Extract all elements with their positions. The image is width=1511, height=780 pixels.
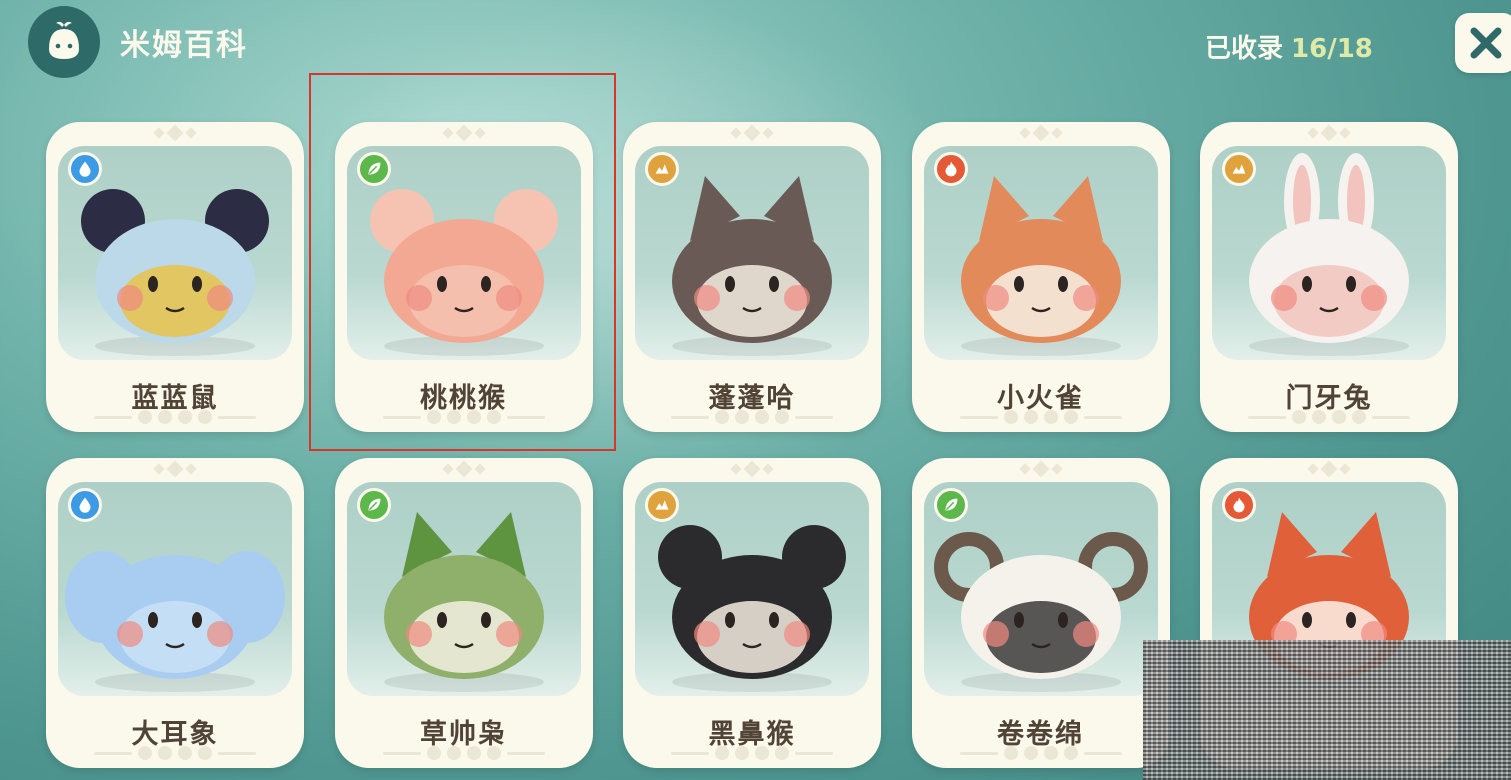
card-decoration-top	[441, 460, 486, 478]
card-decoration-bottom	[355, 410, 573, 424]
collection-progress: 已收录 16/18	[1205, 28, 1373, 65]
card-decoration-top	[730, 460, 774, 478]
creature-name: 蓬蓬哈	[708, 383, 796, 414]
creature-card[interactable]: 大耳象	[46, 458, 304, 768]
creature-card[interactable]: 蓬蓬哈	[623, 122, 881, 432]
close-button[interactable]	[1455, 13, 1511, 73]
creature-card[interactable]: 草帅枭	[334, 458, 593, 768]
leaf-icon	[356, 152, 391, 186]
creature-name: 桃桃猴	[420, 383, 507, 414]
leaf-icon	[356, 488, 391, 522]
collected-label: 已收录	[1205, 34, 1284, 64]
header: 米姆百科 已收录 16/18	[0, 0, 1511, 90]
flame-icon	[933, 152, 968, 186]
creature-card[interactable]: 卷卷绵	[911, 458, 1170, 768]
card-decoration-top	[1307, 124, 1351, 142]
card-decoration-bottom	[932, 410, 1150, 424]
card-decoration-bottom	[66, 746, 284, 760]
water-drop-icon	[68, 488, 102, 522]
flame-icon	[1222, 488, 1256, 522]
rock-icon	[645, 152, 679, 186]
creature-name: 大耳象	[131, 719, 219, 750]
slime-logo-icon[interactable]	[28, 6, 100, 78]
page-title: 米姆百科	[120, 28, 248, 63]
card-decoration-bottom	[355, 746, 573, 760]
card-decoration-bottom	[643, 746, 861, 760]
card-decoration-top	[153, 124, 197, 142]
card-decoration-bottom	[932, 746, 1150, 760]
creature-card[interactable]: 小火雀	[911, 122, 1170, 432]
card-decoration-bottom	[1220, 410, 1438, 424]
card-decoration-top	[1018, 460, 1063, 478]
creature-name: 门牙兔	[1285, 383, 1373, 414]
card-decoration-top	[153, 460, 197, 478]
leaf-icon	[933, 488, 968, 522]
rock-icon	[645, 488, 679, 522]
card-decoration-top	[441, 124, 486, 142]
close-icon	[1470, 27, 1502, 59]
creature-card[interactable]: 黑鼻猴	[623, 458, 881, 768]
creature-name: 卷卷绵	[997, 719, 1084, 750]
card-decoration-bottom	[66, 410, 284, 424]
card-decoration-top	[1018, 124, 1063, 142]
creature-name: 草帅枭	[420, 719, 507, 750]
creature-card[interactable]: 门牙兔	[1200, 122, 1458, 432]
water-drop-icon	[68, 152, 102, 186]
rock-icon	[1222, 152, 1256, 186]
noise-overlay	[1143, 640, 1511, 780]
card-decoration-top	[730, 124, 774, 142]
collected-count: 16/18	[1291, 34, 1373, 64]
creature-card[interactable]: 蓝蓝鼠	[46, 122, 304, 432]
creature-name: 小火雀	[997, 383, 1084, 414]
card-decoration-top	[1307, 460, 1351, 478]
creature-name: 蓝蓝鼠	[131, 383, 219, 414]
creature-name: 黑鼻猴	[708, 719, 796, 750]
card-decoration-bottom	[643, 410, 861, 424]
creature-card[interactable]: 桃桃猴	[334, 122, 593, 432]
